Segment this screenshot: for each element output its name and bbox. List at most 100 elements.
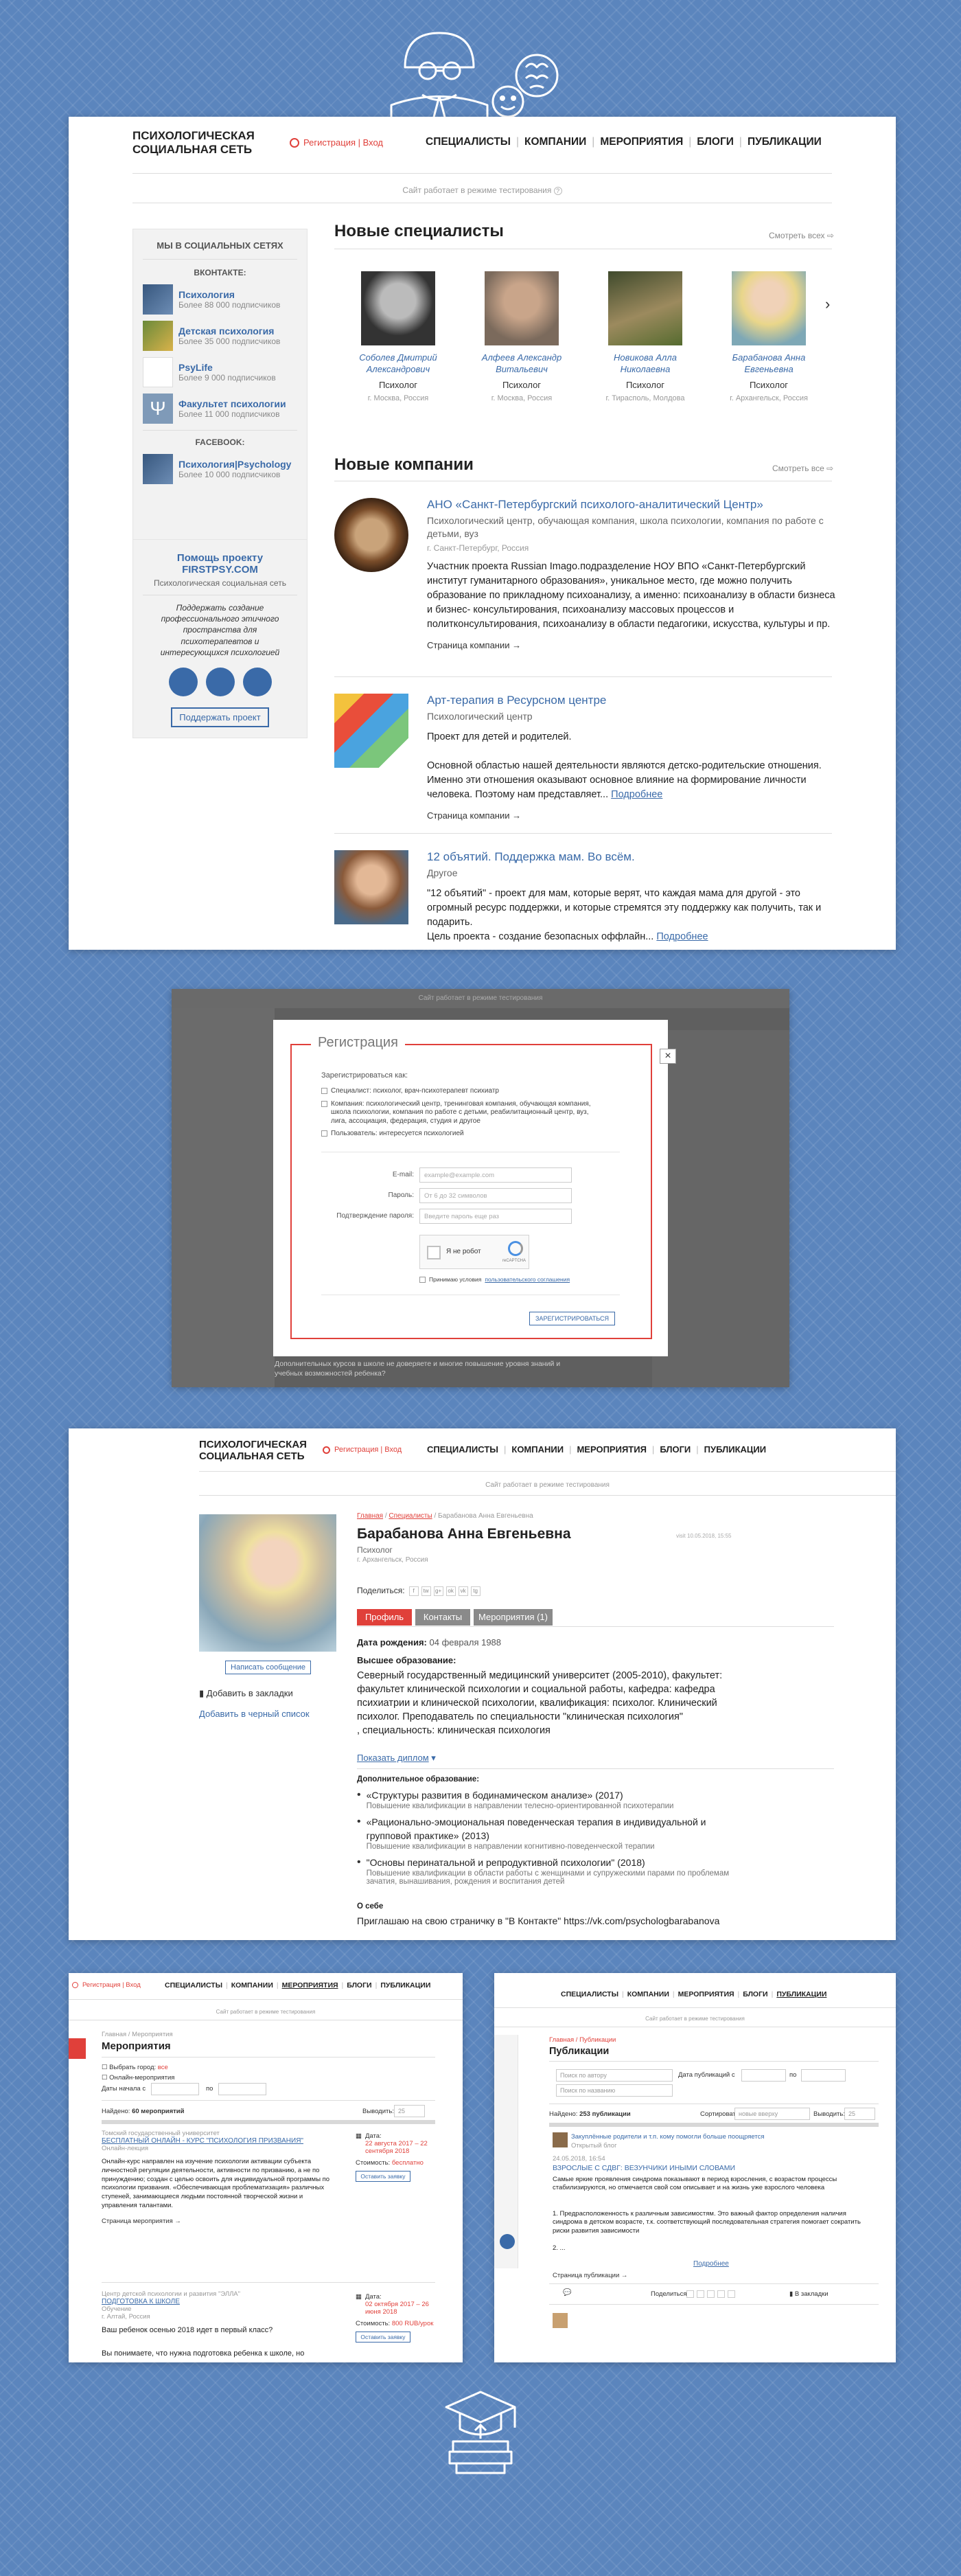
date-to-input[interactable] bbox=[801, 2069, 846, 2082]
fb-group-item[interactable]: Психология|Psychology Более 10 000 подпис… bbox=[143, 454, 297, 484]
specialist-card[interactable]: Соболев Дмитрий Александрович Психолог г… bbox=[350, 271, 446, 402]
nav-blogs[interactable]: БЛОГИ bbox=[697, 136, 734, 148]
site-logo[interactable]: ПСИХОЛОГИЧЕСКАЯ СОЦИАЛЬНАЯ СЕТЬ bbox=[132, 129, 255, 156]
nav-events[interactable]: МЕРОПРИЯТИЯ bbox=[577, 1444, 646, 1455]
breadcrumb-home[interactable]: Главная bbox=[357, 1512, 383, 1520]
vk-group-item[interactable]: Детская психология Более 35 000 подписчик… bbox=[143, 321, 297, 351]
apply-button[interactable]: Оставить заявку bbox=[356, 2332, 410, 2343]
pay-method-icon[interactable] bbox=[168, 667, 198, 696]
company-page-link[interactable]: Страница компании → bbox=[427, 810, 835, 821]
question-icon[interactable]: ? bbox=[553, 187, 562, 195]
terms-checkbox-row[interactable]: Принимаю условия пользовательского согла… bbox=[419, 1276, 570, 1284]
date-from-input[interactable] bbox=[741, 2069, 786, 2082]
vk-group-item[interactable]: Психология Более 88 000 подписчиков bbox=[143, 284, 297, 315]
nav-publications[interactable]: ПУБЛИКАЦИИ bbox=[748, 136, 822, 148]
tab-events[interactable]: Мероприятия (1) bbox=[474, 1609, 553, 1626]
nav-specialists[interactable]: СПЕЦИАЛИСТЫ bbox=[426, 136, 511, 148]
vk-group-item[interactable]: PsyLife Более 9 000 подписчиков bbox=[143, 357, 297, 387]
breadcrumb-specialists[interactable]: Специалисты bbox=[389, 1512, 432, 1520]
nav-blogs[interactable]: БЛОГИ bbox=[347, 1981, 371, 1990]
post-author[interactable]: Закуплённые родители и т.п. кому помогли… bbox=[571, 2133, 832, 2141]
company-title[interactable]: 12 объятий. Поддержка мам. Во всём. bbox=[427, 850, 835, 864]
google-plus-icon[interactable] bbox=[707, 2290, 715, 2298]
see-all-specialists-link[interactable]: Смотреть всех ⇨ bbox=[769, 231, 834, 240]
comments-icon[interactable]: 💬 bbox=[563, 2289, 571, 2296]
specialist-card[interactable]: Новикова Алла Николаевна Психолог г. Тир… bbox=[597, 271, 693, 402]
specialist-name[interactable]: Новикова Алла Николаевна bbox=[597, 352, 693, 376]
author-search-input[interactable]: Поиск по автору bbox=[556, 2069, 673, 2082]
post-title[interactable]: ВЗРОСЛЫЕ С СДВГ: ВЕЗУНЧИКИ ИНЫМИ СЛОВАМИ bbox=[553, 2164, 735, 2172]
event-title[interactable]: БЕСПЛАТНЫЙ ОНЛАЙН - КУРС "ПСИХОЛОГИЯ ПРИ… bbox=[102, 2137, 335, 2145]
option-user[interactable]: Пользователь: интересуется психологией bbox=[321, 1130, 596, 1139]
event-page-link[interactable]: Страница мероприятия → bbox=[102, 2218, 335, 2225]
company-title[interactable]: Арт-терапия в Ресурсном центре bbox=[427, 694, 835, 707]
bookmark-link[interactable]: ▮ Добавить в закладки bbox=[199, 1688, 293, 1699]
company-logo[interactable] bbox=[334, 694, 408, 768]
register-login-link[interactable]: Регистрация | Вход bbox=[323, 1446, 402, 1454]
apply-button[interactable]: Оставить заявку bbox=[356, 2171, 410, 2182]
specialist-name[interactable]: Соболев Дмитрий Александрович bbox=[350, 352, 446, 376]
checkbox[interactable] bbox=[321, 1130, 327, 1137]
chevron-right-icon[interactable]: › bbox=[825, 295, 830, 313]
nav-companies[interactable]: КОМПАНИИ bbox=[524, 136, 586, 148]
per-page-select[interactable]: 25 bbox=[394, 2105, 425, 2117]
date-to-input[interactable] bbox=[218, 2083, 266, 2095]
rocket-icon[interactable] bbox=[500, 2234, 515, 2249]
confirm-password-input[interactable]: Введите пароль еще раз bbox=[419, 1209, 572, 1224]
help-site[interactable]: FIRSTPSY.COM bbox=[133, 564, 307, 575]
more-link[interactable]: Подробнее bbox=[656, 931, 708, 942]
nav-events[interactable]: МЕРОПРИЯТИЯ bbox=[678, 1990, 734, 1998]
nav-specialists[interactable]: СПЕЦИАЛИСТЫ bbox=[427, 1444, 498, 1455]
vk-icon[interactable]: vk bbox=[458, 1586, 468, 1596]
specialist-name[interactable]: Барабанова Анна Евгеньевна bbox=[721, 352, 817, 376]
company-logo[interactable] bbox=[334, 850, 408, 924]
option-specialist[interactable]: Специалист: психолог, врач-психотерапевт… bbox=[321, 1087, 596, 1096]
twitter-icon[interactable] bbox=[697, 2290, 704, 2298]
nav-companies[interactable]: КОМПАНИИ bbox=[511, 1444, 564, 1455]
company-logo[interactable] bbox=[334, 498, 408, 572]
publication-page-link[interactable]: Страница публикации → bbox=[553, 2272, 627, 2279]
vk-group-item[interactable]: Ψ Факультет психологии Более 11 000 подпис… bbox=[143, 394, 297, 424]
nav-publications[interactable]: ПУБЛИКАЦИИ bbox=[776, 1990, 826, 1998]
register-login-link[interactable]: Регистрация | Вход bbox=[290, 137, 383, 148]
tab-profile[interactable]: Профиль bbox=[357, 1609, 412, 1626]
write-message-button[interactable]: Написать сообщение bbox=[225, 1661, 311, 1674]
google-plus-icon[interactable]: g+ bbox=[433, 1586, 443, 1596]
sort-select[interactable]: новые вверху bbox=[734, 2108, 810, 2120]
nav-companies[interactable]: КОМПАНИИ bbox=[627, 1990, 669, 1998]
more-link[interactable]: Подробнее bbox=[611, 789, 662, 800]
company-title[interactable]: АНО «Санкт-Петербургский психолого-анали… bbox=[427, 498, 835, 512]
specialist-card[interactable]: Барабанова Анна Евгеньевна Психолог г. А… bbox=[721, 271, 817, 402]
nav-blogs[interactable]: БЛОГИ bbox=[660, 1444, 691, 1455]
title-search-input[interactable]: Поиск по названию bbox=[556, 2084, 673, 2097]
checkbox[interactable] bbox=[321, 1100, 327, 1107]
nav-blogs[interactable]: БЛОГИ bbox=[743, 1990, 767, 1998]
checkbox[interactable] bbox=[419, 1277, 426, 1283]
support-project-button[interactable]: Поддержать проект bbox=[171, 707, 269, 727]
register-login-link[interactable]: Регистрация | Вход bbox=[72, 1981, 141, 1989]
show-diploma-link[interactable]: Показать диплом ▾ bbox=[357, 1753, 436, 1764]
city-filter[interactable]: ☐ Выбрать город: все bbox=[102, 2064, 168, 2071]
nav-companies[interactable]: КОМПАНИИ bbox=[231, 1981, 273, 1990]
nav-specialists[interactable]: СПЕЦИАЛИСТЫ bbox=[561, 1990, 618, 1998]
twitter-icon[interactable]: tw bbox=[421, 1586, 431, 1596]
breadcrumb-text[interactable]: Главная / Публикации bbox=[549, 2036, 616, 2044]
odnoklassniki-icon[interactable] bbox=[717, 2290, 725, 2298]
bookmark-link[interactable]: ▮ В закладки bbox=[789, 2290, 829, 2298]
nav-specialists[interactable]: СПЕЦИАЛИСТЫ bbox=[165, 1981, 222, 1990]
specialist-name[interactable]: Алфеев Александр Витальевич bbox=[474, 352, 570, 376]
rocket-icon[interactable] bbox=[242, 667, 272, 696]
per-page-select[interactable]: 25 bbox=[844, 2108, 875, 2120]
author-avatar[interactable] bbox=[553, 2132, 568, 2147]
email-input[interactable]: example@example.com bbox=[419, 1167, 572, 1183]
odnoklassniki-icon[interactable]: ok bbox=[445, 1586, 456, 1596]
checkbox[interactable] bbox=[321, 1088, 327, 1094]
captcha-checkbox[interactable] bbox=[427, 1246, 441, 1259]
vk-icon[interactable] bbox=[728, 2290, 735, 2298]
terms-link[interactable]: пользовательского соглашения bbox=[485, 1276, 570, 1284]
see-all-companies-link[interactable]: Смотреть все ⇨ bbox=[772, 464, 833, 473]
more-link[interactable]: Подробнее bbox=[693, 2260, 729, 2268]
nav-publications[interactable]: ПУБЛИКАЦИИ bbox=[380, 1981, 430, 1990]
online-filter[interactable]: ☐ Онлайн-мероприятия bbox=[102, 2074, 174, 2082]
date-from-input[interactable] bbox=[151, 2083, 199, 2095]
